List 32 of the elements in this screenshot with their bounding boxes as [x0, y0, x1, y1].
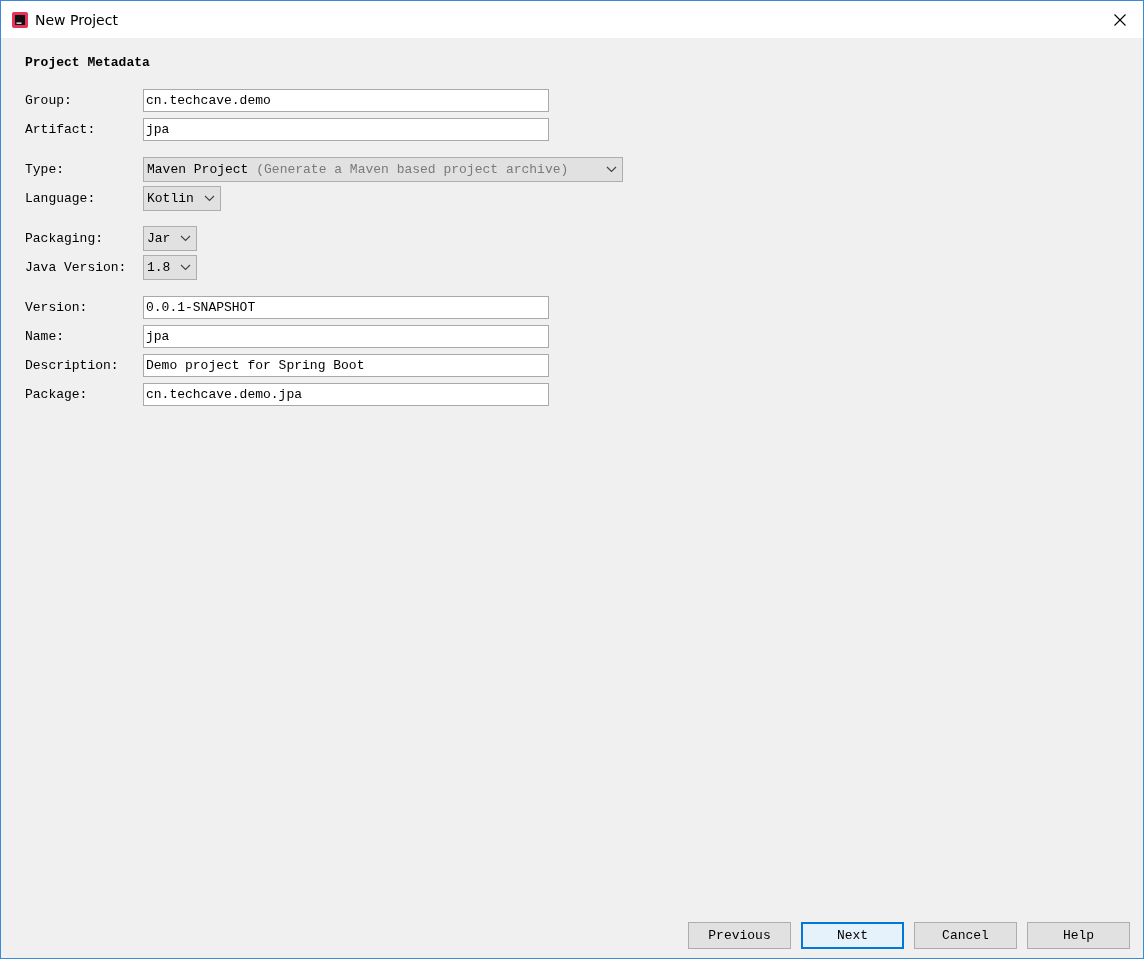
field-label: Description: — [25, 358, 120, 373]
section-title: Project Metadata — [25, 55, 150, 70]
field-label: Packaging: — [25, 231, 104, 246]
text-field[interactable]: cn.techcave.demo — [143, 89, 549, 112]
text-field[interactable]: jpa — [143, 118, 549, 141]
text-field[interactable]: 0.0.1-SNAPSHOT — [143, 296, 549, 319]
chevron-down-icon — [203, 195, 215, 202]
field-label: Version: — [25, 300, 89, 315]
field-label: Group: — [25, 93, 73, 108]
dialog-button[interactable]: Next — [801, 922, 904, 949]
dialog-button[interactable]: Help — [1027, 922, 1130, 949]
app-logo-icon — [12, 11, 28, 28]
text-field[interactable]: cn.techcave.demo.jpa — [143, 383, 549, 406]
dropdown[interactable]: 1.8 — [143, 255, 198, 280]
window-title: New Project — [35, 11, 119, 28]
dialog-button[interactable]: Cancel — [914, 922, 1017, 949]
dropdown[interactable]: Jar — [143, 226, 198, 251]
dropdown[interactable]: Maven Project (Generate a Maven based project archive) — [143, 157, 624, 182]
field-label: Name: — [25, 329, 65, 344]
field-label: Artifact: — [25, 122, 97, 137]
chevron-down-icon — [606, 166, 618, 173]
text-field[interactable]: Demo project for Spring Boot — [143, 354, 549, 377]
dialog-button[interactable]: Previous — [688, 922, 791, 949]
chevron-down-icon — [180, 264, 192, 271]
text-field[interactable]: jpa — [143, 325, 549, 348]
chevron-down-icon — [180, 235, 192, 242]
close-icon — [1114, 13, 1126, 26]
field-label: Java Version: — [25, 260, 128, 275]
field-label: Package: — [25, 387, 89, 402]
field-label: Type: — [25, 162, 65, 177]
dropdown[interactable]: Kotlin — [143, 186, 221, 211]
field-label: Language: — [25, 191, 97, 206]
